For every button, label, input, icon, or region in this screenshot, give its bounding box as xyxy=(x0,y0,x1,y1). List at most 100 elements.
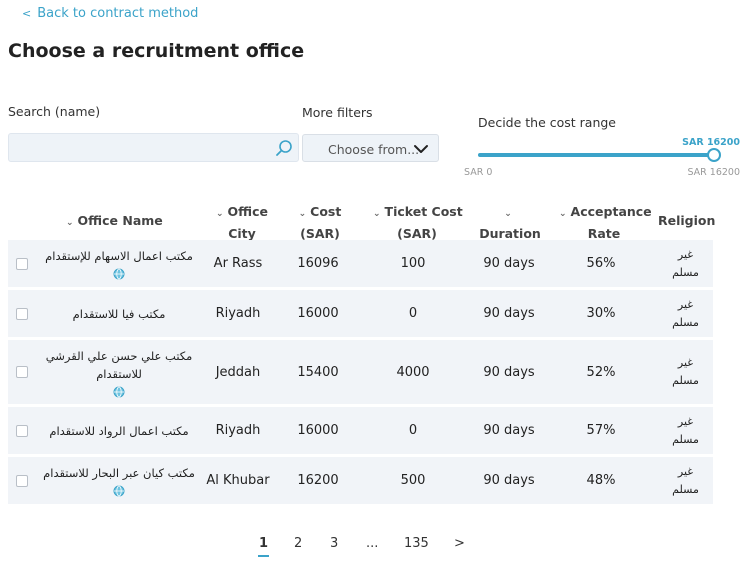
table-row[interactable]: مكتب اعمال الرواد للاستقدام Riyadh 16000 0 9… xyxy=(8,407,713,454)
office-name: مكتب اعمال الاسهام للإستقدام xyxy=(45,249,193,263)
globe-icon[interactable] xyxy=(113,485,125,497)
header-cost[interactable]: ⌄ Cost (SAR) xyxy=(294,202,346,243)
acceptance-rate-value: 30% xyxy=(586,306,616,321)
row-checkbox[interactable] xyxy=(16,257,28,270)
office-name: مكتب فيا للاستقدام xyxy=(72,306,166,321)
ticket-cost-value: 0 xyxy=(408,423,418,438)
acceptance-rate-value: 48% xyxy=(586,473,616,488)
office-name-cell: مكتب اعمال الاسهام للإستقدام xyxy=(38,240,200,287)
duration-value: 90 days xyxy=(483,364,535,380)
ticket-cost-value: 500 xyxy=(400,473,426,488)
header-religion: Religion xyxy=(658,213,716,228)
office-name: مكتب علي حسن علي القرشي xyxy=(45,348,193,363)
back-to-contract-method-link[interactable]: < Back to contract method xyxy=(22,6,198,21)
duration-value: 90 days xyxy=(483,423,535,438)
office-name: مكتب كيان عبر البحار للاستقدام xyxy=(43,466,195,480)
cost-max-label: SAR 16200 xyxy=(687,167,740,178)
office-city: Jeddah xyxy=(215,364,261,380)
acceptance-rate-value: 52% xyxy=(586,364,616,380)
cost-value: 16000 xyxy=(297,306,339,321)
ticket-cost-value: 4000 xyxy=(396,364,430,380)
search-label: Search (name) xyxy=(8,104,101,119)
religion-line-2: مسلم xyxy=(672,374,699,387)
duration-value: 90 days xyxy=(483,473,535,488)
cost-value: 16000 xyxy=(297,423,339,438)
cost-value: 16096 xyxy=(297,256,339,271)
sort-chevron-icon: ⌄ xyxy=(504,209,512,219)
search-field xyxy=(8,133,299,162)
office-city: Ar Rass xyxy=(213,256,263,271)
acceptance-rate-value: 56% xyxy=(586,256,616,271)
row-checkbox[interactable] xyxy=(16,424,28,437)
religion-line-2: مسلم xyxy=(672,315,699,329)
row-checkbox[interactable] xyxy=(16,474,28,487)
religion-value: غير مسلم xyxy=(658,290,713,337)
religion-line-1: غير xyxy=(677,247,694,261)
religion-line-1: غير xyxy=(677,464,694,478)
header-office-name[interactable]: ⌄ Office Name xyxy=(66,211,163,233)
office-name-cell: مكتب علي حسن علي القرشي للاستقدام xyxy=(38,340,200,404)
sort-chevron-icon: ⌄ xyxy=(215,209,224,219)
slider-track[interactable] xyxy=(478,153,715,157)
table-header: ⌄ Office Name ⌄ Office City ⌄ Cost (SAR) ⌄ Tic… xyxy=(8,200,716,243)
sort-chevron-icon: ⌄ xyxy=(66,218,74,228)
table-row[interactable]: مكتب اعمال الاسهام للإستقدام Ar Rass 16096… xyxy=(8,240,713,287)
religion-line-2: مسلم xyxy=(672,432,699,446)
search-input[interactable] xyxy=(9,134,298,161)
sort-chevron-icon: ⌄ xyxy=(373,209,381,219)
cost-value: 15400 xyxy=(297,364,339,380)
office-name-cell: مكتب اعمال الرواد للاستقدام xyxy=(38,407,200,454)
office-city: Al Khubar xyxy=(206,473,270,488)
header-duration[interactable]: ⌄ Duration xyxy=(475,202,545,243)
office-name: مكتب اعمال الرواد للاستقدام xyxy=(49,423,189,438)
chevron-down-icon xyxy=(414,145,428,153)
sort-chevron-icon: ⌄ xyxy=(559,209,567,219)
table-row[interactable]: مكتب كيان عبر البحار للاستقدام Al Khubar 1… xyxy=(8,457,713,504)
cost-min-label: SAR 0 xyxy=(464,167,493,178)
row-checkbox[interactable] xyxy=(16,366,28,378)
acceptance-rate-value: 57% xyxy=(586,423,616,438)
office-city: Riyadh xyxy=(215,306,261,321)
office-name-cont: للاستقدام xyxy=(96,366,142,381)
religion-value: غير مسلم xyxy=(658,340,713,404)
slider-thumb[interactable] xyxy=(707,148,721,162)
more-filters-select[interactable]: Choose from... xyxy=(302,134,439,162)
page-3[interactable]: 3 xyxy=(330,536,338,551)
religion-line-2: مسلم xyxy=(672,482,699,496)
religion-line-1: غير xyxy=(677,297,694,311)
ticket-cost-value: 0 xyxy=(408,306,418,321)
header-office-city[interactable]: ⌄ Office City xyxy=(211,202,273,243)
page-135[interactable]: 135 xyxy=(404,536,429,551)
row-checkbox[interactable] xyxy=(16,307,28,320)
header-ticket-cost[interactable]: ⌄ Ticket Cost (SAR) xyxy=(373,202,463,243)
page-2[interactable]: 2 xyxy=(294,536,302,551)
duration-value: 90 days xyxy=(483,306,535,321)
offices-table: ⌄ Office Name ⌄ Office City ⌄ Cost (SAR) ⌄ Tic… xyxy=(8,200,716,507)
next-page-button[interactable]: > xyxy=(454,536,465,551)
search-icon[interactable] xyxy=(274,138,294,158)
religion-line-1: غير xyxy=(677,356,694,369)
back-link-label: Back to contract method xyxy=(37,6,199,21)
cost-value: 16200 xyxy=(297,473,339,488)
cost-range-slider[interactable]: SAR 16200 SAR 0 SAR 16200 xyxy=(464,137,742,179)
chevron-left-icon: < xyxy=(22,7,32,20)
table-row[interactable]: مكتب علي حسن علي القرشي للاستقدام Jeddah 15… xyxy=(8,340,713,404)
religion-line-1: غير xyxy=(677,414,694,428)
office-city: Riyadh xyxy=(215,423,261,438)
religion-value: غير مسلم xyxy=(658,407,713,454)
page-ellipsis: ... xyxy=(366,536,379,551)
page-title: Choose a recruitment office xyxy=(8,40,305,62)
globe-icon[interactable] xyxy=(113,386,125,398)
religion-line-2: مسلم xyxy=(672,265,699,279)
globe-icon[interactable] xyxy=(113,268,125,280)
header-acceptance-rate[interactable]: ⌄ Acceptance Rate xyxy=(559,202,652,243)
sort-chevron-icon: ⌄ xyxy=(298,209,307,219)
cost-range-label: Decide the cost range xyxy=(478,115,617,130)
more-filters-value: Choose from... xyxy=(328,142,420,157)
religion-value: غير مسلم xyxy=(658,457,713,504)
religion-value: غير مسلم xyxy=(658,240,713,287)
page-1[interactable]: 1 xyxy=(257,536,270,557)
more-filters-label: More filters xyxy=(302,105,373,120)
table-row[interactable]: مكتب فيا للاستقدام Riyadh 16000 0 90 days 30%… xyxy=(8,290,713,337)
cost-selected-value: SAR 16200 xyxy=(682,137,740,148)
